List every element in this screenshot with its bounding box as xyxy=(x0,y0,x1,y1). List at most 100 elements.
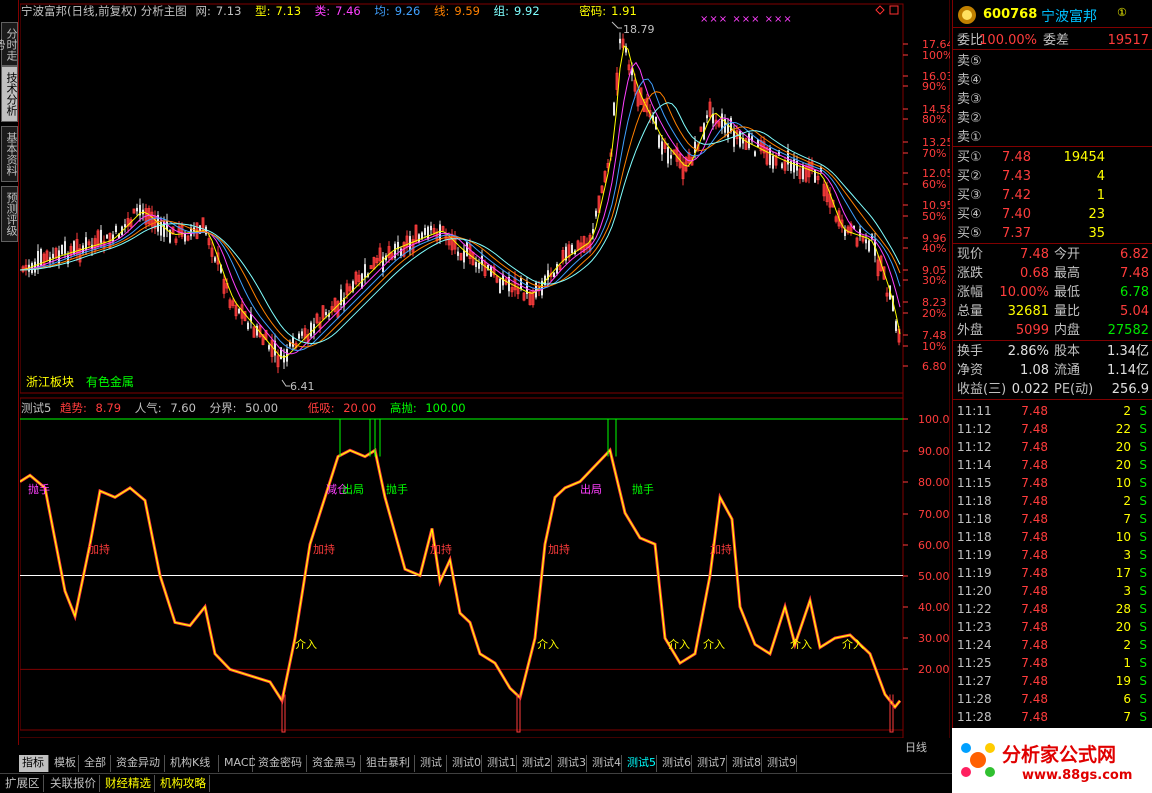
indicator-tab[interactable]: 测试1 xyxy=(484,755,517,772)
stat-row: 换手 2.86% 股本 1.34亿 xyxy=(953,342,1152,361)
indicator-tab[interactable]: 测试0 xyxy=(449,755,482,772)
indicator-tab[interactable]: 测试2 xyxy=(519,755,552,772)
stat-label: 外盘 xyxy=(957,323,984,338)
footer-tab-extension[interactable]: 扩展区 xyxy=(2,775,44,792)
ma-value: 7.46 xyxy=(335,4,361,18)
ask-row[interactable]: 卖③ xyxy=(953,90,1152,109)
tab-intraday[interactable]: 分时走势 xyxy=(0,22,18,66)
bid-label: 买④ xyxy=(957,207,982,222)
stat-row: 涨幅 10.00% 最低 6.78 xyxy=(953,283,1152,302)
tick-row: 11:20 7.48 3 S xyxy=(953,582,1152,600)
footer-tab-related[interactable]: 关联报价 xyxy=(47,775,100,792)
tick-side: S xyxy=(1139,458,1147,472)
indicator-tab[interactable]: 指标 xyxy=(19,755,49,772)
tab-fundamentals[interactable]: 基本资料 xyxy=(1,126,18,182)
stock-title-bar: 600768 宁波富邦 ① xyxy=(953,0,1152,28)
signal-label-enter: 介入 xyxy=(703,638,725,651)
indicator-tab[interactable]: 测试8 xyxy=(729,755,762,772)
candle-body xyxy=(292,336,294,347)
tick-row: 11:12 7.48 22 S xyxy=(953,420,1152,438)
signal-label-out: 出局 xyxy=(580,482,602,496)
tick-row: 11:18 7.48 2 S xyxy=(953,492,1152,510)
quote-panel: 600768 宁波富邦 ① 委比 100.00% 委差 19517 卖⑤ 卖④ 卖③… xyxy=(952,0,1152,745)
tick-side: S xyxy=(1139,566,1147,580)
tick-volume: 20 xyxy=(1115,440,1131,454)
candle-body xyxy=(895,321,897,332)
candle-body xyxy=(214,257,216,262)
ma-value: 9.59 xyxy=(454,4,480,18)
tick-time: 11:22 xyxy=(957,602,992,616)
ask-label: 卖④ xyxy=(957,73,982,88)
tick-volume: 1 xyxy=(1123,656,1131,670)
tick-volume: 28 xyxy=(1115,602,1131,616)
indicator-tab[interactable]: 资金异动 xyxy=(113,755,165,772)
ask-row[interactable]: 卖① xyxy=(953,128,1152,147)
candle-body xyxy=(754,151,756,156)
candle-body xyxy=(418,234,420,243)
signal-label-add: 加持 xyxy=(430,542,452,556)
indicator-tab[interactable]: 测试3 xyxy=(554,755,587,772)
tick-side: S xyxy=(1139,512,1147,526)
indicator-tab[interactable]: 资金黑马 xyxy=(309,755,361,772)
bid-row[interactable]: 买⑤ 7.37 35 xyxy=(953,224,1152,243)
footer-tab-finance[interactable]: 财经精选 xyxy=(102,775,155,792)
footer-tab-bar: 扩展区 关联报价 财经精选 机构攻略 xyxy=(0,773,952,793)
tick-row: 11:18 7.48 7 S xyxy=(953,510,1152,528)
indicator-tab[interactable]: 测试6 xyxy=(659,755,692,772)
tick-side: S xyxy=(1139,620,1147,634)
tick-side: S xyxy=(1139,584,1147,598)
indicator-tab[interactable]: 狙击暴利 xyxy=(363,755,415,772)
tick-price: 7.48 xyxy=(1021,620,1048,634)
tick-side: S xyxy=(1139,674,1147,688)
tab-technical[interactable]: 技术分析 xyxy=(1,66,18,122)
ask-row[interactable]: 卖④ xyxy=(953,71,1152,90)
tab-forecast[interactable]: 预测评级 xyxy=(1,186,18,242)
tick-row: 11:15 7.48 10 S xyxy=(953,474,1152,492)
footer-tab-institution[interactable]: 机构攻略 xyxy=(157,775,210,792)
tick-price: 7.48 xyxy=(1021,692,1048,706)
indicator-tab[interactable]: 模板 xyxy=(51,755,79,772)
tick-price: 7.48 xyxy=(1021,512,1048,526)
stat-value: 2.86% xyxy=(1007,344,1049,359)
stat-label: 内盘 xyxy=(1054,323,1081,338)
indicator-tab[interactable]: 资金密码 xyxy=(255,755,307,772)
tick-volume: 3 xyxy=(1123,548,1131,562)
tick-time: 11:18 xyxy=(957,530,992,544)
stock-name: 宁波富邦 xyxy=(1041,9,1097,25)
ma-label: 网: xyxy=(195,4,211,18)
price-tick-label: 10% xyxy=(922,340,946,353)
bid-volume: 4 xyxy=(1096,169,1105,184)
tick-price: 7.48 xyxy=(1021,584,1048,598)
app-window: 分时走势 技术分析 基本资料 预测评级 17.64100%16.0390%14.… xyxy=(0,0,1152,793)
indicator-tab[interactable]: 机构K线 xyxy=(167,755,219,772)
board-label[interactable]: 浙江板块 xyxy=(26,375,74,389)
indicator-tab[interactable]: 测试 xyxy=(417,755,447,772)
stat-label: 收益(三) xyxy=(957,382,1007,397)
low-label: 6.41 xyxy=(290,380,315,393)
indicator-tab[interactable]: 测试4 xyxy=(589,755,622,772)
ask-row[interactable]: 卖② xyxy=(953,109,1152,128)
bid-row[interactable]: 买④ 7.40 23 xyxy=(953,205,1152,224)
ask-row[interactable]: 卖⑤ xyxy=(953,52,1152,71)
bid-row[interactable]: 买③ 7.42 1 xyxy=(953,186,1152,205)
tick-volume: 17 xyxy=(1115,566,1131,580)
stat-value: 1.14亿 xyxy=(1107,363,1149,378)
indicator-tab-bar: 指标 模板 全部 资金异动 机构K线 MACD 资金密码 资金黑马 狙击暴利 测试 测试0 测试1 测试… xyxy=(19,755,949,772)
candle-body xyxy=(184,233,186,242)
password-label: 密码: xyxy=(579,4,607,18)
period-label[interactable]: 日线 xyxy=(905,739,927,755)
industry-label[interactable]: 有色金属 xyxy=(86,375,134,389)
chart-area[interactable]: 17.64100%16.0390%14.5880%13.2570%12.0560… xyxy=(20,0,950,738)
bid-row[interactable]: 买② 7.43 4 xyxy=(953,167,1152,186)
indicator-tab[interactable]: 测试7 xyxy=(694,755,727,772)
bid-price: 7.40 xyxy=(1002,207,1031,222)
indicator-tab[interactable]: 测试9 xyxy=(764,755,797,772)
info-icon[interactable]: ① xyxy=(1117,6,1127,19)
indicator-tab[interactable]: 全部 xyxy=(81,755,111,772)
indicator-tab[interactable]: 测试5 xyxy=(624,755,657,772)
bid-label: 买① xyxy=(957,150,982,165)
tick-row: 11:12 7.48 20 S xyxy=(953,438,1152,456)
bid-row[interactable]: 买① 7.48 19454 xyxy=(953,148,1152,167)
indicator-tab[interactable]: MACD xyxy=(221,755,257,772)
tick-volume: 22 xyxy=(1115,422,1131,436)
